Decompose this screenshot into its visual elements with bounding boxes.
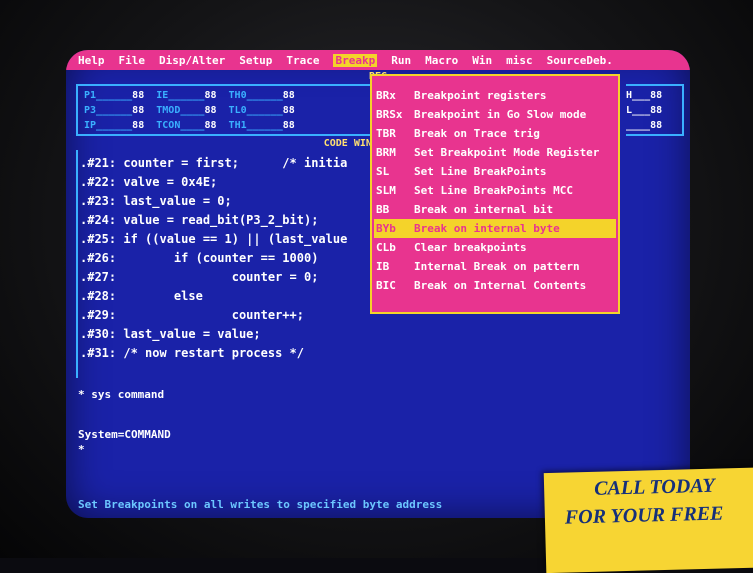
code-line[interactable]: .#30: last_value = value; xyxy=(80,327,261,341)
register-name: IP xyxy=(84,120,97,131)
register-name: TH1 xyxy=(228,120,247,131)
code-line[interactable]: .#29: counter++; xyxy=(80,308,304,322)
code-line[interactable]: .#27: counter = 0; xyxy=(80,270,318,284)
menu-item-set-line-breakpoints[interactable]: SL Set Line BreakPoints xyxy=(374,162,616,181)
register-name: TCON xyxy=(156,120,181,131)
menu-breakp[interactable]: Breakp xyxy=(333,53,378,67)
register-row: P3______88 TMOD____88 TL0______88 xyxy=(84,105,295,116)
code-line[interactable]: .#31: /* now restart process */ xyxy=(80,346,304,360)
menu-bar: Help File Disp/Alter Setup Trace Breakp … xyxy=(66,50,690,70)
register-panel-right: H___88 L___88 ____88 xyxy=(626,84,684,136)
menu-win[interactable]: Win xyxy=(472,54,492,67)
register-value: 88 xyxy=(132,90,145,101)
menu-help[interactable]: Help xyxy=(78,54,105,67)
menu-run[interactable]: Run xyxy=(391,54,411,67)
menu-trace[interactable]: Trace xyxy=(286,54,319,67)
register-name: IE xyxy=(156,90,169,101)
register-value: 88 xyxy=(282,105,295,116)
register-name: TL0 xyxy=(228,105,247,116)
menu-item-break-trace-trig[interactable]: TBR Break on Trace trig xyxy=(374,124,616,143)
menu-item-internal-break-pattern[interactable]: IB Internal Break on pattern xyxy=(374,257,616,276)
menu-disp-alter[interactable]: Disp/Alter xyxy=(159,54,225,67)
menu-item-breakpoint-mode-register[interactable]: BRM Set Breakpoint Mode Register xyxy=(374,143,616,162)
monitor-screen: Help File Disp/Alter Setup Trace Breakp … xyxy=(66,50,690,518)
register-value: 88 xyxy=(282,90,295,101)
register-panel: P1______88 IE______88 TH0______88 P3____… xyxy=(76,84,376,136)
menu-item-break-internal-contents[interactable]: BIC Break on Internal Contents xyxy=(374,276,616,295)
register-value: 88 xyxy=(204,90,217,101)
register-value: 88 xyxy=(204,105,217,116)
console-line: System=COMMAND xyxy=(78,428,171,441)
menu-item-set-line-breakpoints-mcc[interactable]: SLM Set Line BreakPoints MCC xyxy=(374,181,616,200)
menu-file[interactable]: File xyxy=(119,54,146,67)
code-line[interactable]: .#24: value = read_bit(P3_2_bit); xyxy=(80,213,318,227)
register-row: P1______88 IE______88 TH0______88 xyxy=(84,90,295,101)
code-window-title: CODE WINDOW. xyxy=(323,138,396,149)
menu-item-break-internal-bit[interactable]: BB Break on internal bit xyxy=(374,200,616,219)
menu-item-break-internal-byte[interactable]: BYb Break on internal byte xyxy=(374,219,616,238)
register-value: 88 xyxy=(650,90,663,101)
console-line: * sys command xyxy=(78,388,165,401)
status-line: Set Breakpoints on all writes to specifi… xyxy=(78,498,443,511)
register-name: L xyxy=(626,105,633,116)
menu-item-breakpoint-registers[interactable]: BRx Breakpoint registers xyxy=(374,86,616,105)
ad-line-2: FOR YOUR FREE xyxy=(564,502,724,529)
menu-item-breakpoint-go-slow[interactable]: BRSx Breakpoint in Go Slow mode xyxy=(374,105,616,124)
register-name: TH0 xyxy=(228,90,247,101)
code-line[interactable]: .#23: last_value = 0; xyxy=(80,194,232,208)
menu-setup[interactable]: Setup xyxy=(239,54,272,67)
code-line[interactable]: .#25: if ((value == 1) || (last_value xyxy=(80,232,347,246)
menu-misc[interactable]: misc xyxy=(506,54,533,67)
code-line[interactable]: .#21: counter = first; /* initia xyxy=(80,156,347,170)
menu-sourcedeb[interactable]: SourceDeb. xyxy=(547,54,613,67)
register-value: 88 xyxy=(650,105,663,116)
code-line[interactable]: .#28: else xyxy=(80,289,203,303)
menu-macro[interactable]: Macro xyxy=(425,54,458,67)
register-value: 88 xyxy=(282,120,295,131)
register-value: 88 xyxy=(132,105,145,116)
register-name: TMOD xyxy=(156,105,181,116)
register-name: H xyxy=(626,90,633,101)
breakpoint-menu: BRx Breakpoint registers BRSx Breakpoint i… xyxy=(370,74,620,314)
register-row: IP______88 TCON____88 TH1______88 xyxy=(84,120,295,131)
register-value: 88 xyxy=(650,120,663,131)
advertisement-banner: CALL TODAY FOR YOUR FREE xyxy=(543,466,753,573)
ad-line-1: CALL TODAY xyxy=(593,474,715,500)
code-line[interactable]: .#22: valve = 0x4E; xyxy=(80,175,217,189)
menu-item-clear-breakpoints[interactable]: CLb Clear breakpoints xyxy=(374,238,616,257)
register-name: P1 xyxy=(84,90,97,101)
code-line[interactable]: .#26: if (counter == 1000) xyxy=(80,251,318,265)
console-prompt[interactable]: * xyxy=(78,443,85,456)
register-value: 88 xyxy=(132,120,145,131)
register-value: 88 xyxy=(204,120,217,131)
register-name: P3 xyxy=(84,105,97,116)
